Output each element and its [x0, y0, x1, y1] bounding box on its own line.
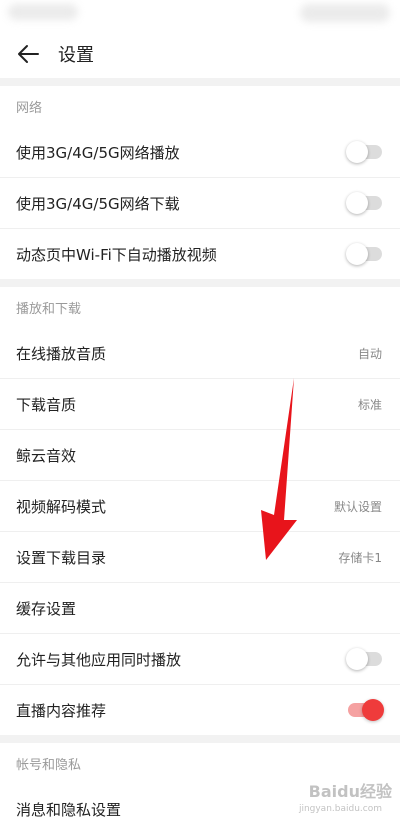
setting-label: 视频解码模式: [16, 497, 107, 516]
toggle-switch-on[interactable]: [348, 699, 384, 721]
setting-row-mix-play[interactable]: 允许与其他应用同时播放: [0, 633, 400, 684]
setting-value: 自动: [357, 346, 382, 361]
toggle-switch-off[interactable]: [346, 141, 382, 163]
status-bar: [0, 0, 400, 30]
status-bar-left-blur: [8, 4, 78, 20]
setting-label: 使用3G/4G/5G网络播放: [16, 143, 180, 162]
section-network: 网络 使用3G/4G/5G网络播放 使用3G/4G/5G网络下载 动态页中Wi-…: [0, 86, 400, 279]
setting-row-mobile-play[interactable]: 使用3G/4G/5G网络播放: [0, 127, 400, 177]
page-title: 设置: [58, 45, 94, 66]
back-button[interactable]: [16, 42, 40, 66]
toggle-switch-off[interactable]: [346, 648, 382, 670]
toggle-switch-off[interactable]: [346, 192, 382, 214]
status-bar-right-blur: [300, 4, 390, 22]
section-title-playback: 播放和下载: [16, 302, 82, 317]
section-playback: 播放和下载 在线播放音质 自动 下载音质 标准 鲸云音效 视频解码模式 默认设置…: [0, 287, 400, 735]
setting-row-live-recommend[interactable]: 直播内容推荐: [0, 684, 400, 735]
setting-row-video-decode[interactable]: 视频解码模式 默认设置: [0, 480, 400, 531]
watermark-url: jingyan.baidu.com: [298, 804, 382, 814]
section-gap: [0, 279, 400, 287]
setting-row-wifi-autoplay[interactable]: 动态页中Wi-Fi下自动播放视频: [0, 228, 400, 279]
toggle-knob: [346, 648, 368, 670]
setting-label: 在线播放音质: [16, 344, 107, 363]
setting-label: 下载音质: [16, 395, 77, 414]
setting-row-download-quality[interactable]: 下载音质 标准: [0, 378, 400, 429]
setting-label: 消息和隐私设置: [16, 800, 122, 819]
toggle-knob: [346, 243, 368, 265]
setting-row-sound-effect[interactable]: 鲸云音效: [0, 429, 400, 480]
toggle-switch-off[interactable]: [346, 243, 382, 265]
section-gap: [0, 735, 400, 743]
header: 设置: [0, 30, 400, 78]
toggle-knob: [346, 192, 368, 214]
section-gap: [0, 78, 400, 86]
setting-value: 默认设置: [333, 499, 382, 514]
setting-label: 允许与其他应用同时播放: [16, 650, 182, 669]
watermark-logo: Baidu经验: [308, 782, 392, 801]
setting-row-cache[interactable]: 缓存设置: [0, 582, 400, 633]
setting-value: 标准: [357, 397, 382, 412]
setting-row-online-quality[interactable]: 在线播放音质 自动: [0, 328, 400, 378]
section-title-network: 网络: [16, 101, 43, 116]
setting-value: 存储卡1: [338, 550, 382, 565]
setting-row-download-dir[interactable]: 设置下载目录 存储卡1: [0, 531, 400, 582]
setting-label: 设置下载目录: [16, 548, 107, 567]
setting-label: 使用3G/4G/5G网络下载: [16, 194, 180, 213]
setting-label: 鲸云音效: [16, 446, 77, 465]
setting-label: 动态页中Wi-Fi下自动播放视频: [16, 245, 217, 264]
setting-label: 直播内容推荐: [16, 701, 107, 720]
back-arrow-icon: [18, 45, 39, 63]
setting-row-mobile-download[interactable]: 使用3G/4G/5G网络下载: [0, 177, 400, 228]
toggle-knob: [362, 699, 384, 721]
setting-label: 缓存设置: [16, 599, 77, 618]
toggle-knob: [346, 141, 368, 163]
